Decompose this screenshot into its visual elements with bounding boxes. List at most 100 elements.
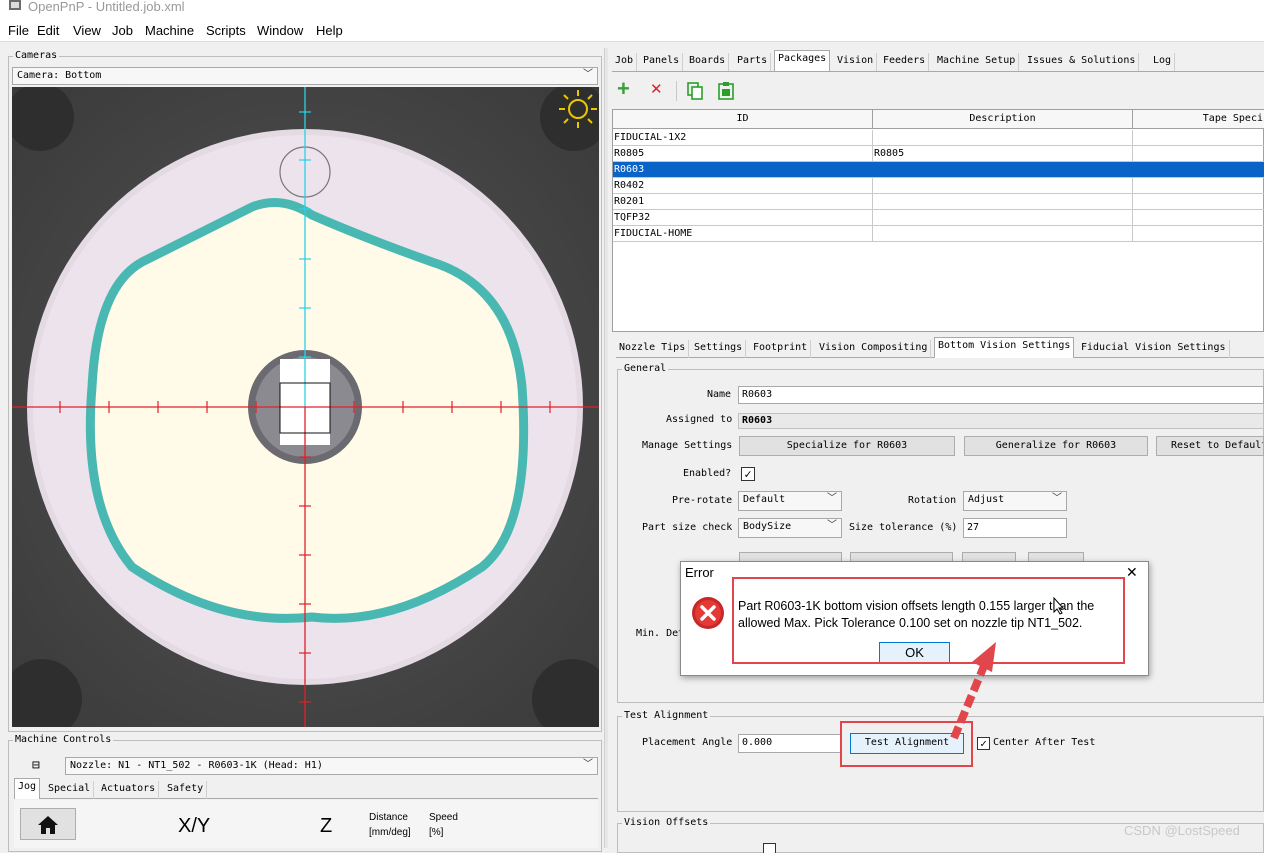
menu-edit[interactable]: Edit (37, 23, 59, 39)
table-row[interactable]: FIDUCIAL-HOME (613, 226, 1264, 242)
tab-boards[interactable]: Boards (686, 53, 730, 71)
chevron-down-icon: ﹀ (583, 759, 593, 770)
cell-id: FIDUCIAL-1X2 (613, 130, 873, 145)
specialize-button[interactable]: Specialize for R0603 (739, 436, 955, 456)
vision-offsets-checkbox[interactable] (763, 843, 776, 853)
speed-label: Speed (429, 812, 458, 823)
light-sun-icon[interactable] (558, 89, 598, 129)
tab-log[interactable]: Log (1150, 53, 1176, 71)
table-row[interactable]: R0805 R0805 (613, 146, 1264, 162)
camera-select[interactable]: Camera: Bottom ﹀ (12, 67, 598, 85)
tab-safety[interactable]: Safety (164, 781, 208, 799)
size-tolerance-field[interactable]: 27 (963, 518, 1067, 538)
toolbar-separator (676, 81, 677, 101)
cameras-legend: Cameras (13, 50, 60, 62)
generalize-button[interactable]: Generalize for R0603 (964, 436, 1148, 456)
menu-window[interactable]: Window (257, 23, 303, 39)
tab-vision[interactable]: Vision (834, 53, 878, 71)
tab-actuators[interactable]: Actuators (98, 781, 160, 799)
chevron-down-icon: ﹀ (583, 69, 593, 80)
openpnp-app-icon (9, 0, 21, 10)
tab-special[interactable]: Special (45, 781, 95, 799)
tab-vision-compositing[interactable]: Vision Compositing (816, 340, 932, 358)
collapse-icon[interactable]: ⊟ (32, 759, 40, 773)
tab-settings[interactable]: Settings (691, 340, 747, 358)
table-row[interactable]: R0402 (613, 178, 1264, 194)
error-icon (692, 597, 724, 629)
package-tab-strip: Nozzle Tips Settings Footprint Vision Co… (616, 337, 1264, 358)
add-package-button[interactable]: + (617, 78, 630, 100)
cell-id: R0603 (613, 162, 873, 177)
chevron-down-icon: ﹀ (827, 493, 837, 504)
menu-machine[interactable]: Machine (145, 23, 194, 39)
manage-settings-label: Manage Settings (642, 440, 733, 451)
paste-icon[interactable] (717, 81, 735, 100)
main-tab-strip: Job Panels Boards Parts Packages Vision … (612, 50, 1264, 72)
menu-file[interactable]: File (8, 23, 29, 39)
cell-description (873, 162, 1133, 177)
tab-job[interactable]: Job (612, 53, 638, 71)
machine-controls-legend: Machine Controls (13, 734, 114, 746)
rotation-select[interactable]: Adjust ﹀ (963, 491, 1067, 511)
column-header-id[interactable]: ID (613, 110, 873, 129)
speed-unit: [%] (429, 827, 444, 838)
delete-package-button[interactable]: ✕ (650, 81, 663, 99)
min-detection-label: Min. Det (636, 628, 685, 639)
table-row[interactable]: TQFP32 (613, 210, 1264, 226)
test-alignment-legend: Test Alignment (622, 710, 711, 722)
cell-description (873, 194, 1133, 209)
reset-to-default-button[interactable]: Reset to Default (1156, 436, 1264, 456)
cell-description (873, 210, 1133, 225)
part-size-check-select[interactable]: BodySize ﹀ (738, 518, 842, 538)
close-icon[interactable]: ✕ (1126, 564, 1138, 580)
title-bar: OpenPnP - Untitled.job.xml (0, 0, 1264, 20)
menu-job[interactable]: Job (112, 23, 133, 39)
chevron-down-icon: ﹀ (1052, 493, 1062, 504)
menu-help[interactable]: Help (316, 23, 343, 39)
tab-parts[interactable]: Parts (734, 53, 772, 71)
tab-footprint[interactable]: Footprint (750, 340, 812, 358)
tab-fiducial-vision-settings[interactable]: Fiducial Vision Settings (1078, 340, 1230, 358)
cell-id: TQFP32 (613, 210, 873, 225)
prerotate-select[interactable]: Default ﹀ (738, 491, 842, 511)
assigned-to-value: R0603 (738, 413, 1264, 429)
tab-issues-solutions[interactable]: Issues & Solutions (1024, 53, 1140, 71)
home-button[interactable] (20, 808, 76, 840)
packages-table: ID Description Tape Speci FIDUCIAL-1X2 R… (612, 109, 1264, 332)
tab-panels[interactable]: Panels (640, 53, 684, 71)
cell-id: R0805 (613, 146, 873, 161)
column-header-description[interactable]: Description (873, 110, 1133, 129)
table-row[interactable]: R0201 (613, 194, 1264, 210)
cell-id: R0402 (613, 178, 873, 193)
table-row[interactable]: FIDUCIAL-1X2 (613, 130, 1264, 146)
menu-view[interactable]: View (73, 23, 101, 39)
enabled-label: Enabled? (683, 468, 732, 479)
tab-bottom-vision-settings[interactable]: Bottom Vision Settings (934, 337, 1075, 358)
column-header-tape[interactable]: Tape Speci (1133, 110, 1264, 129)
tab-machine-setup[interactable]: Machine Setup (934, 53, 1020, 71)
nozzle-select[interactable]: Nozzle: N1 - NT1_502 - R0603-1K (Head: H… (65, 757, 598, 775)
name-field[interactable]: R0603 (738, 386, 1264, 404)
copy-icon[interactable] (686, 82, 704, 100)
enabled-checkbox[interactable]: ✓ (741, 467, 755, 481)
cell-description: R0805 (873, 146, 1133, 161)
home-icon (38, 816, 58, 834)
menu-scripts[interactable]: Scripts (206, 23, 246, 39)
placement-angle-field[interactable]: 0.000 (738, 734, 842, 753)
splitter[interactable] (604, 48, 608, 848)
tab-jog[interactable]: Jog (14, 778, 41, 799)
table-row-selected[interactable]: R0603 (613, 162, 1264, 178)
camera-view[interactable] (12, 87, 599, 727)
part-size-check-label: Part size check (642, 522, 733, 533)
tab-nozzle-tips[interactable]: Nozzle Tips (616, 340, 690, 358)
jog-panel (14, 800, 598, 848)
window-title: OpenPnP - Untitled.job.xml (28, 0, 185, 14)
distance-label: Distance (369, 812, 408, 823)
jog-tab-strip: Jog Special Actuators Safety (14, 778, 598, 799)
tab-packages[interactable]: Packages (774, 50, 831, 71)
dialog-title: Error (685, 565, 714, 580)
menu-bar: File Edit View Job Machine Scripts Windo… (0, 20, 1264, 42)
rotation-label: Rotation (908, 495, 957, 506)
tab-feeders[interactable]: Feeders (880, 53, 930, 71)
distance-unit: [mm/deg] (369, 827, 411, 838)
